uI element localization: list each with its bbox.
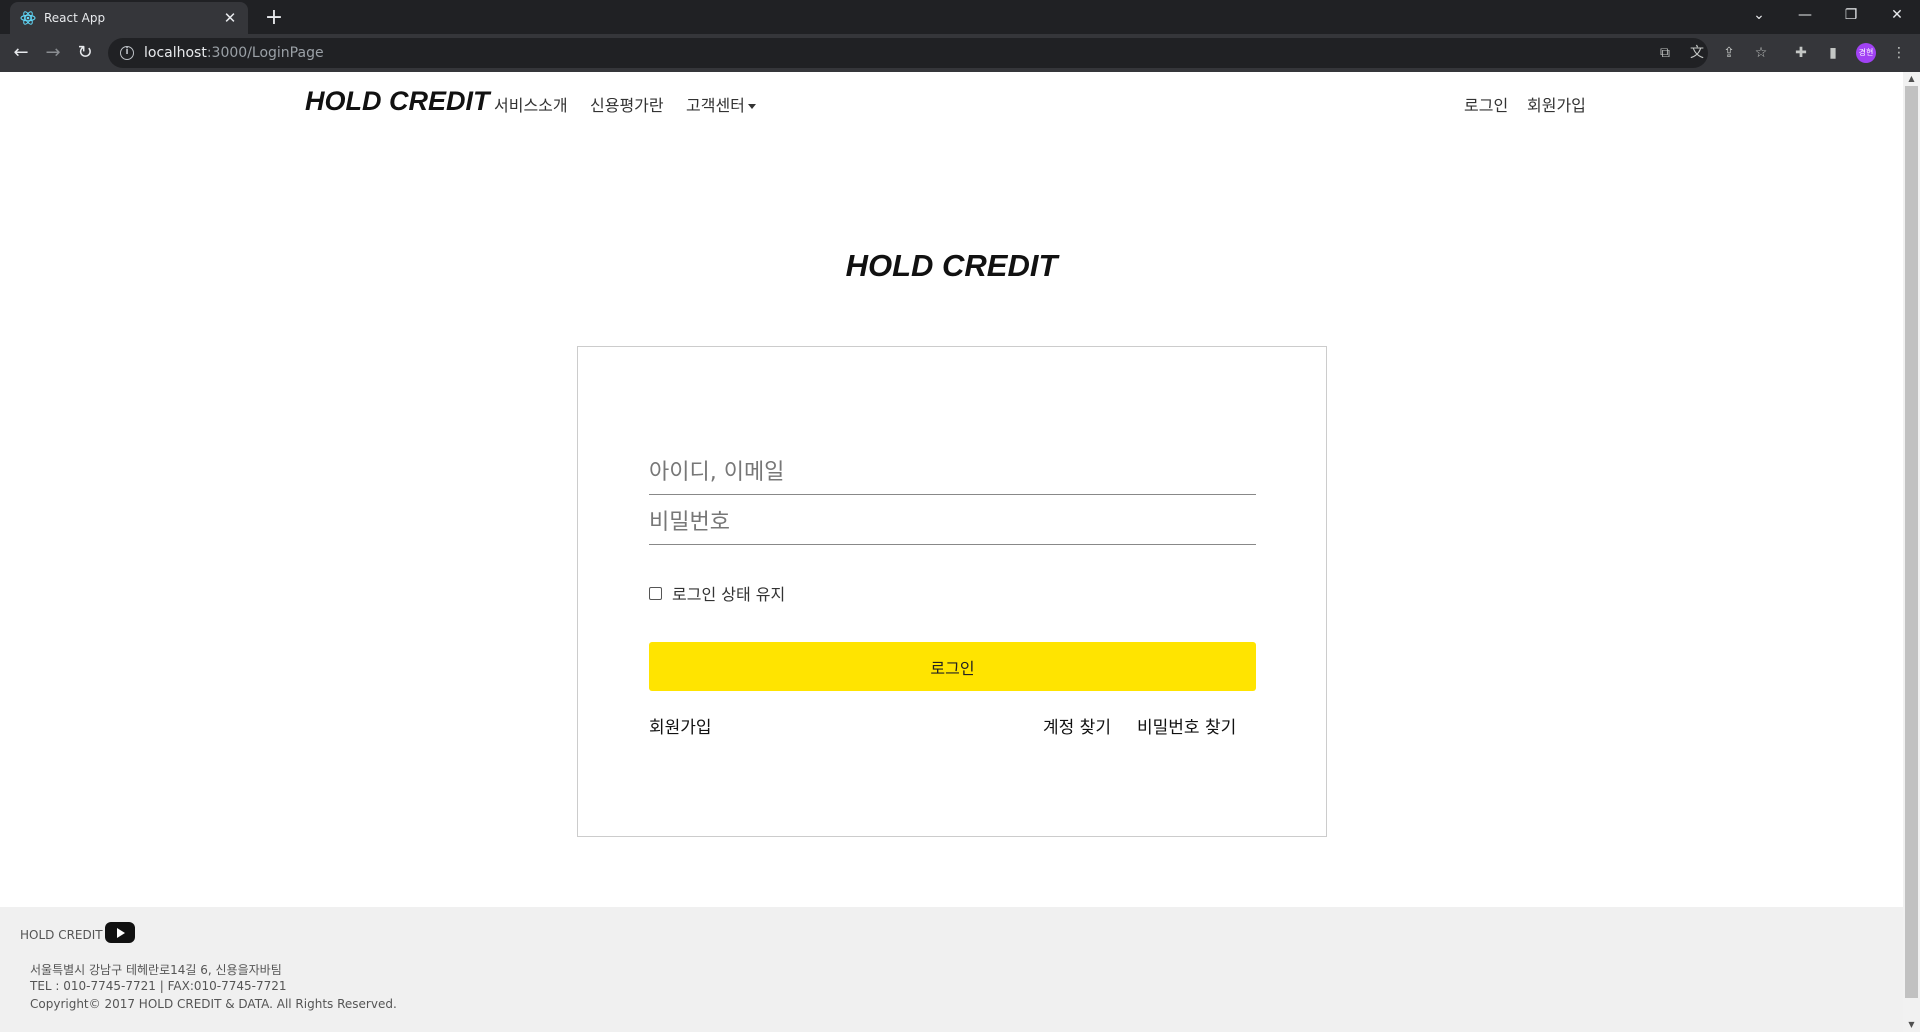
footer-contact: TEL : 010-7745-7721 | FAX:010-7745-7721	[30, 979, 287, 993]
bookmark-star-icon[interactable]: ☆	[1752, 44, 1770, 62]
url-host: localhost	[144, 45, 207, 61]
keep-logged-in[interactable]: 로그인 상태 유지	[649, 581, 785, 605]
keep-logged-in-label: 로그인 상태 유지	[672, 585, 786, 604]
nav-signup-link[interactable]: 회원가입	[1527, 92, 1586, 116]
find-account-link[interactable]: 계정 찾기	[1043, 713, 1111, 738]
url-path: :3000/LoginPage	[206, 45, 324, 61]
id-email-input[interactable]	[649, 451, 1256, 494]
nav-dropdown-label: 고객센터	[686, 96, 745, 115]
scrollbar-thumb[interactable]	[1905, 86, 1918, 998]
signup-link[interactable]: 회원가입	[649, 713, 712, 738]
new-tab-icon[interactable]: +	[260, 4, 288, 32]
forward-icon[interactable]: →	[40, 40, 66, 66]
nav-login-link[interactable]: 로그인	[1464, 92, 1508, 116]
tab-close-icon[interactable]: ✕	[222, 9, 238, 27]
id-field	[649, 451, 1256, 495]
minimize-icon[interactable]: —	[1782, 0, 1828, 30]
nav-link-service-intro[interactable]: 서비스소개	[494, 92, 568, 116]
scroll-down-icon[interactable]: ▼	[1903, 1018, 1920, 1032]
restore-icon[interactable]: ❐	[1828, 0, 1874, 30]
page-title: HOLD CREDIT	[845, 248, 1058, 283]
site-info-icon[interactable]: i	[120, 46, 134, 60]
page-scrollbar[interactable]: ▲ ▼	[1903, 72, 1920, 1032]
extensions-icon[interactable]: ✚	[1792, 44, 1810, 62]
page-viewport: HOLD CREDIT 서비스소개 신용평가란 고객센터 로그인 회원가입 HO…	[0, 72, 1903, 1032]
footer-address: 서울특별시 강남구 테헤란로14길 6, 신용을자바팀	[30, 963, 282, 977]
browser-toolbar: ← → ↻ i localhost:3000/LoginPage ⧉ 文 ⇪ ☆…	[0, 34, 1920, 72]
browser-tab-strip: React App ✕ + ⌄ — ❐ ✕	[0, 0, 1920, 34]
address-bar[interactable]: i localhost:3000/LoginPage	[108, 38, 1708, 68]
footer-brand: HOLD CREDIT	[20, 928, 103, 942]
close-window-icon[interactable]: ✕	[1874, 0, 1920, 30]
login-submit-button[interactable]: 로그인	[649, 642, 1256, 691]
password-input[interactable]	[649, 501, 1256, 544]
share-icon[interactable]: ⇪	[1720, 44, 1738, 62]
nav-dropdown-customer-center[interactable]: 고객센터	[686, 92, 756, 116]
navbar-brand[interactable]: HOLD CREDIT	[305, 86, 490, 117]
tab-title: React App	[44, 11, 106, 25]
side-panel-icon[interactable]: ▮	[1824, 44, 1842, 62]
site-navbar: HOLD CREDIT 서비스소개 신용평가란 고객센터 로그인 회원가입	[0, 72, 1903, 132]
tab-search-icon[interactable]: ⌄	[1736, 0, 1782, 30]
find-password-link[interactable]: 비밀번호 찾기	[1137, 713, 1236, 738]
footer-copyright: Copyright© 2017 HOLD CREDIT & DATA. All …	[30, 997, 397, 1011]
nav-link-credit-rating[interactable]: 신용평가란	[590, 92, 664, 116]
back-icon[interactable]: ←	[8, 40, 34, 66]
scroll-up-icon[interactable]: ▲	[1903, 72, 1920, 86]
profile-avatar[interactable]: 경현	[1856, 43, 1876, 63]
keep-logged-in-checkbox[interactable]	[649, 586, 662, 600]
browser-tab[interactable]: React App ✕	[10, 2, 248, 34]
open-in-app-icon[interactable]: ⧉	[1656, 44, 1674, 62]
login-form-card: 로그인 상태 유지 로그인 회원가입 계정 찾기 비밀번호 찾기	[577, 346, 1327, 837]
reload-icon[interactable]: ↻	[72, 40, 98, 66]
menu-kebab-icon[interactable]: ⋮	[1890, 44, 1908, 62]
caret-down-icon	[747, 104, 756, 109]
youtube-icon[interactable]	[105, 922, 135, 943]
password-field	[649, 501, 1256, 545]
react-favicon-icon	[20, 10, 36, 26]
site-footer: HOLD CREDIT 서울특별시 강남구 테헤란로14길 6, 신용을자바팀 …	[0, 907, 1903, 1032]
translate-icon[interactable]: 文	[1688, 44, 1706, 62]
